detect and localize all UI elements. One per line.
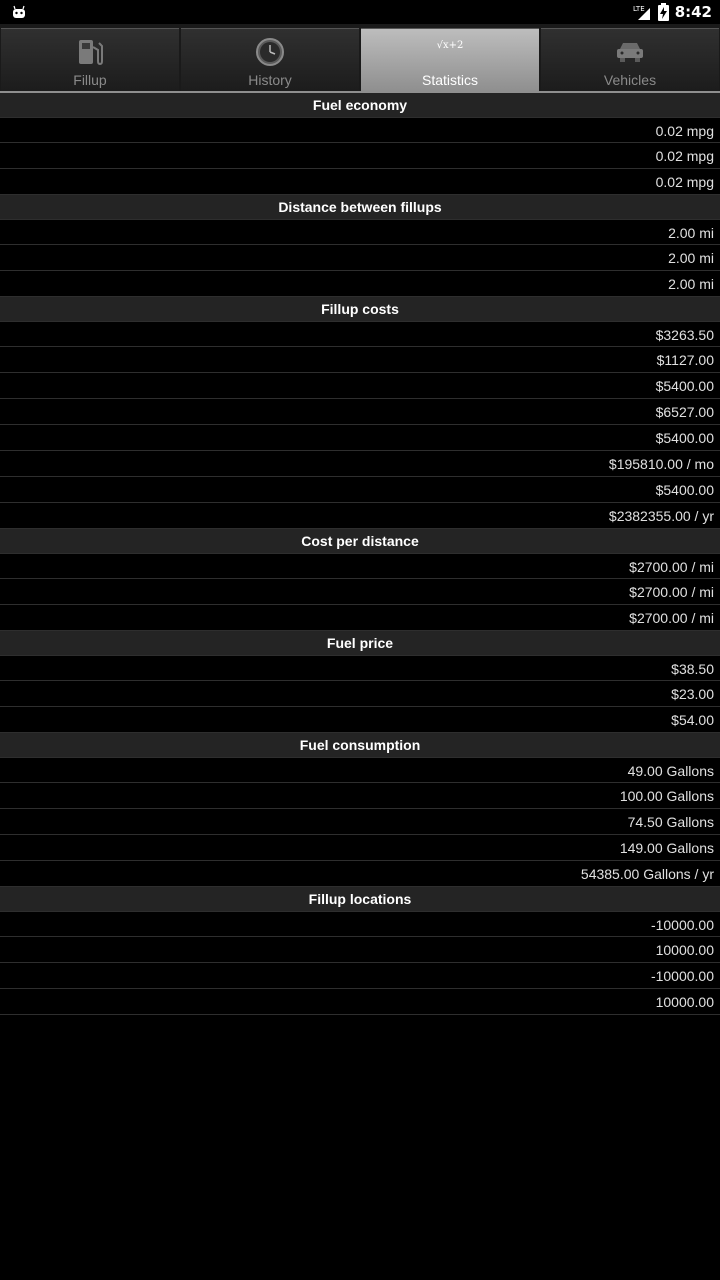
stat-value-row: 2.00 mi <box>0 271 720 297</box>
stat-value-row: 0.02 mpg <box>0 169 720 195</box>
stat-value-row: $38.50 <box>0 655 720 681</box>
section-header: Cost per distance <box>0 529 720 553</box>
formula-icon: √x+2 <box>433 35 467 69</box>
stat-value-row: $1127.00 <box>0 347 720 373</box>
stat-value-row: $23.00 <box>0 681 720 707</box>
lte-signal-icon: LTE <box>633 5 650 20</box>
section-header: Fuel price <box>0 631 720 655</box>
stat-value-row: $2700.00 / mi <box>0 553 720 579</box>
tab-history-label: History <box>248 72 292 88</box>
clock-icon <box>253 35 287 69</box>
battery-charging-icon <box>657 3 669 21</box>
stat-value-row: -10000.00 <box>0 963 720 989</box>
section-header: Fillup costs <box>0 297 720 321</box>
android-notification-icon <box>13 5 25 18</box>
clock: 8:42 <box>674 3 712 21</box>
stat-value-row: 2.00 mi <box>0 219 720 245</box>
car-icon <box>613 35 647 69</box>
section-header: Fuel economy <box>0 93 720 117</box>
section-header: Distance between fillups <box>0 195 720 219</box>
status-bar: LTE 8:42 <box>0 0 720 24</box>
stat-value-row: $6527.00 <box>0 399 720 425</box>
stat-value-row: $5400.00 <box>0 425 720 451</box>
stat-value-row: 0.02 mpg <box>0 117 720 143</box>
stat-value-row: 0.02 mpg <box>0 143 720 169</box>
tab-fillup[interactable]: Fillup <box>1 28 179 91</box>
fuel-pump-icon <box>73 35 107 69</box>
stat-value-row: $2700.00 / mi <box>0 579 720 605</box>
stat-value-row: 10000.00 <box>0 989 720 1015</box>
tab-statistics[interactable]: √x+2 Statistics <box>361 28 539 91</box>
stat-value-row: 2.00 mi <box>0 245 720 271</box>
tab-bar: Fillup History √x+2 Statistics Vehicles <box>0 24 720 91</box>
stat-value-row: -10000.00 <box>0 911 720 937</box>
stat-value-row: 10000.00 <box>0 937 720 963</box>
tab-vehicles-label: Vehicles <box>603 72 657 88</box>
section-header: Fuel consumption <box>0 733 720 757</box>
stat-value-row: $5400.00 <box>0 373 720 399</box>
section-header: Fillup locations <box>0 887 720 911</box>
stat-value-row: $2382355.00 / yr <box>0 503 720 529</box>
formula-icon-text: √x+2 <box>436 39 464 51</box>
tab-statistics-label: Statistics <box>421 72 478 88</box>
stat-value-row: $54.00 <box>0 707 720 733</box>
stat-value-row: 74.50 Gallons <box>0 809 720 835</box>
stat-value-row: 54385.00 Gallons / yr <box>0 861 720 887</box>
stat-value-row: $2700.00 / mi <box>0 605 720 631</box>
stat-value-row: $3263.50 <box>0 321 720 347</box>
stat-value-row: $5400.00 <box>0 477 720 503</box>
stat-value-row: 100.00 Gallons <box>0 783 720 809</box>
tab-fillup-label: Fillup <box>73 72 107 88</box>
stat-value-row: 149.00 Gallons <box>0 835 720 861</box>
tab-vehicles[interactable]: Vehicles <box>541 28 719 91</box>
stat-value-row: 49.00 Gallons <box>0 757 720 783</box>
network-type-label: LTE <box>633 5 645 13</box>
stat-value-row: $195810.00 / mo <box>0 451 720 477</box>
statistics-list[interactable]: Fuel economy 0.02 mpg 0.02 mpg 0.02 mpg Dist… <box>0 93 720 1015</box>
tab-history[interactable]: History <box>181 28 359 91</box>
